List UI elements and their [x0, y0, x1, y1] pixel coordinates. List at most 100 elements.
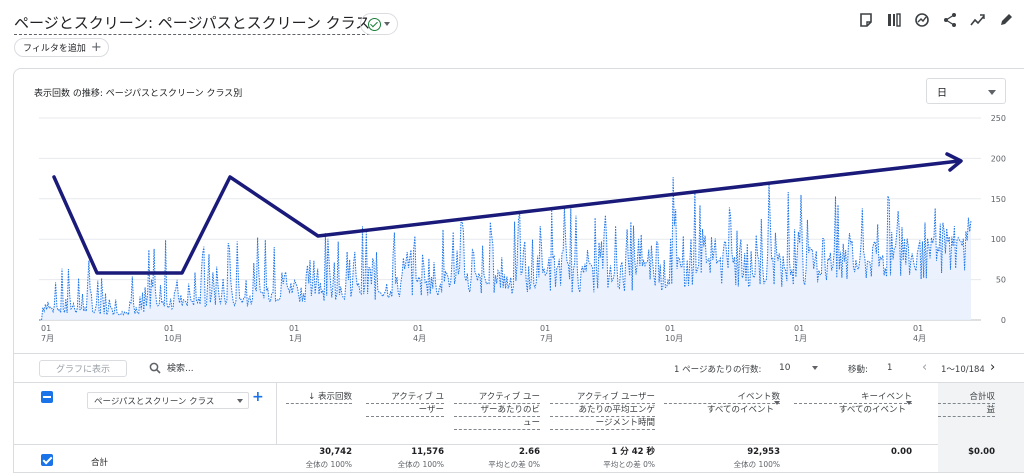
- chevron-down-icon: [237, 399, 243, 403]
- chevron-left-icon[interactable]: ‹: [922, 360, 927, 375]
- add-filter-label: フィルタを追加: [23, 44, 86, 54]
- x-tick-month: 7月: [41, 334, 54, 343]
- column-header-key-events[interactable]: キーイベント すべてのイベント: [794, 391, 912, 416]
- column-header-label: アクティブ ユー: [454, 391, 540, 404]
- total-views-per-user-cell: 2.66 平均との差 0%: [454, 445, 540, 470]
- column-header-label: ージメント時間: [550, 417, 655, 430]
- search-input[interactable]: [167, 360, 327, 377]
- total-revenue-cell: $0.00: [938, 445, 995, 459]
- table-total-row: 合計 30,742 全体の 100% 11,576 全体の 100% 2.66 …: [14, 444, 1024, 472]
- x-tick-day: 01: [913, 324, 923, 333]
- chevron-down-icon: [384, 22, 390, 26]
- column-header-label: キーイベント: [794, 391, 912, 404]
- page-title[interactable]: ページとスクリーン: ページパスとスクリーン クラス: [14, 12, 371, 35]
- chevron-right-icon[interactable]: ›: [990, 360, 995, 375]
- x-tick-month: 4月: [913, 334, 926, 343]
- cell-value: 11,576: [411, 447, 444, 457]
- dimension-select-label: ページパスとスクリーン クラス: [94, 396, 215, 407]
- x-tick-month: 7月: [540, 334, 553, 343]
- x-tick-day: 01: [41, 324, 51, 333]
- x-tick-month: 10月: [164, 334, 182, 343]
- select-all-checkbox[interactable]: [41, 391, 53, 403]
- column-header-active-users[interactable]: アクティブ ユ ーザー: [366, 391, 444, 417]
- cell-value: 0.00: [891, 447, 912, 457]
- line-chart[interactable]: 250200150100500017月0110月011月014月017月0110…: [14, 69, 1024, 353]
- dimension-select[interactable]: ページパスとスクリーン クラス: [87, 392, 249, 409]
- chevron-down-icon: [906, 401, 912, 415]
- compare-icon[interactable]: [886, 12, 902, 28]
- y-tick-label: 200: [991, 154, 1006, 163]
- column-header-label: 合計収: [938, 391, 995, 404]
- pagination-range: 1〜10/184: [941, 365, 985, 375]
- header-actions: [858, 12, 1014, 28]
- x-tick-day: 01: [413, 324, 423, 333]
- column-header-total-revenue[interactable]: 合計収 益: [938, 391, 995, 417]
- x-tick-day: 01: [540, 324, 550, 333]
- report-card: 表示回数 の推移: ページパスとスクリーン クラス別 日 250 200 150 10…: [13, 68, 1024, 473]
- cell-subtext: 平均との差 0%: [488, 460, 540, 469]
- trend-icon[interactable]: [970, 12, 986, 28]
- column-header-label: 益: [938, 404, 995, 417]
- data-quality-status-chip[interactable]: [360, 13, 398, 35]
- cell-subtext: 平均との差 0%: [603, 460, 655, 469]
- total-row-checkbox[interactable]: [41, 454, 53, 466]
- x-tick-month: 4月: [413, 334, 426, 343]
- event-filter-label: すべてのイベント: [706, 405, 774, 415]
- column-header-avg-engagement[interactable]: アクティブ ユーザー あたりの平均エンゲ ージメント時間: [550, 391, 655, 430]
- search-icon: [149, 362, 161, 377]
- report-header: ページとスクリーン: ページパスとスクリーン クラス フィルタを追加 +: [0, 0, 1024, 66]
- add-dimension-plus-icon[interactable]: +: [252, 389, 264, 405]
- cell-value: $0.00: [968, 447, 995, 457]
- column-header-label: アクティブ ユーザー: [550, 391, 655, 404]
- cell-subtext: 全体の 100%: [733, 460, 780, 469]
- x-tick-day: 01: [164, 324, 174, 333]
- y-tick-label: 100: [991, 235, 1006, 244]
- total-active-users-cell: 11,576 全体の 100%: [366, 445, 444, 470]
- column-header-views[interactable]: ↓ 表示回数: [286, 391, 352, 404]
- goto-label: 移動:: [848, 365, 868, 375]
- y-tick-label: 0: [1001, 316, 1006, 325]
- y-tick-label: 250: [991, 114, 1006, 123]
- y-tick-label: 50: [996, 276, 1006, 285]
- key-event-filter-select[interactable]: すべてのイベント: [794, 401, 912, 416]
- cell-value: 30,742: [319, 447, 352, 457]
- share-icon[interactable]: [942, 12, 958, 28]
- edit-icon[interactable]: [998, 12, 1014, 28]
- cell-subtext: 全体の 100%: [305, 460, 352, 469]
- total-event-count-cell: 92,953 全体の 100%: [664, 445, 780, 470]
- notes-icon[interactable]: [858, 12, 874, 28]
- column-divider: [276, 383, 277, 445]
- plot-rows-button[interactable]: グラフに表示: [39, 360, 127, 377]
- column-header-label: イベント数: [664, 391, 780, 404]
- column-header-label: あたりの平均エンゲ: [550, 404, 655, 417]
- x-tick-day: 01: [794, 324, 804, 333]
- goto-page-input[interactable]: 1: [887, 363, 892, 373]
- column-header-label: ーザー: [366, 404, 444, 417]
- x-tick-day: 01: [289, 324, 299, 333]
- x-tick-month: 1月: [289, 334, 302, 343]
- total-key-events-cell: 0.00: [794, 445, 912, 459]
- add-filter-button[interactable]: フィルタを追加 +: [14, 38, 109, 57]
- cell-value: 2.66: [519, 447, 540, 457]
- rows-per-page-label: 1 ページあたりの行数:: [674, 365, 762, 375]
- insights-icon[interactable]: [914, 12, 930, 28]
- column-header-views-per-user[interactable]: アクティブ ユー ザーあたりのビ ュー: [454, 391, 540, 430]
- x-tick-month: 10月: [665, 334, 683, 343]
- cell-value: 1 分 42 秒: [611, 447, 655, 457]
- key-event-filter-label: すべてのイベント: [838, 405, 906, 415]
- rows-per-page-select[interactable]: 10: [779, 363, 790, 373]
- event-filter-select[interactable]: すべてのイベント: [664, 401, 780, 416]
- x-tick-month: 1月: [794, 334, 807, 343]
- chevron-down-icon[interactable]: [812, 366, 818, 370]
- y-tick-label: 150: [991, 195, 1006, 204]
- cell-value: 92,953: [747, 447, 780, 457]
- check-circle-icon: [368, 17, 381, 31]
- column-header-label: ュー: [454, 417, 540, 430]
- total-label: 合計: [91, 458, 109, 468]
- column-header-event-count[interactable]: イベント数 すべてのイベント: [664, 391, 780, 416]
- total-views-cell: 30,742 全体の 100%: [286, 445, 352, 470]
- column-header-label: ザーあたりのビ: [454, 404, 540, 417]
- column-header-views-label: ↓ 表示回数: [286, 391, 352, 404]
- chevron-down-icon: [774, 401, 780, 415]
- cell-subtext: 全体の 100%: [397, 460, 444, 469]
